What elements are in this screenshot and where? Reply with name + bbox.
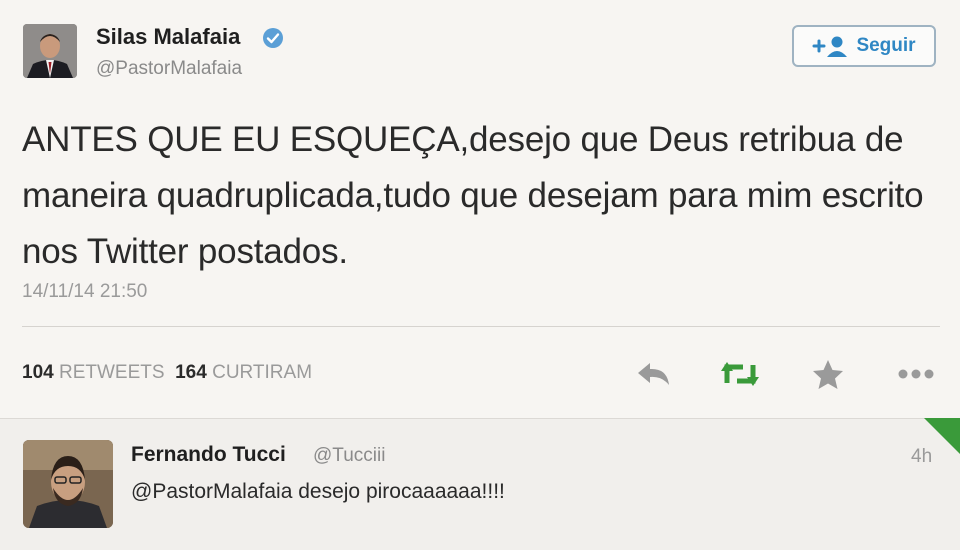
reply-text: @PastorMalafaia desejo pirocaaaaaa!!!! xyxy=(131,480,505,503)
follow-label: Seguir xyxy=(856,35,916,56)
author-name[interactable]: Silas Malafaia xyxy=(96,24,240,50)
favorite-star-icon xyxy=(813,360,843,389)
tweet-text: ANTES QUE EU ESQUEÇA,desejo que Deus ret… xyxy=(22,120,924,271)
divider xyxy=(22,326,940,327)
follow-button[interactable]: Seguir xyxy=(792,25,936,67)
reply-author-name[interactable]: Fernando Tucci xyxy=(131,443,286,467)
retweets-count[interactable]: 104 xyxy=(22,362,54,383)
tweet-timestamp[interactable]: 14/11/14 21:50 xyxy=(22,281,147,303)
likes-count[interactable]: 164 xyxy=(175,362,207,383)
retweets-label[interactable]: RETWEETS xyxy=(59,362,165,383)
author-avatar[interactable] xyxy=(23,24,77,78)
likes-label[interactable]: CURTIRAM xyxy=(212,362,312,383)
retweet-button[interactable] xyxy=(718,356,759,392)
reply-icon xyxy=(638,363,669,385)
tweet-stats: 104 RETWEETS 164 CURTIRAM xyxy=(22,362,312,384)
author-handle[interactable]: @PastorMalafaia xyxy=(96,58,242,80)
reply-author-handle[interactable]: @Tucciii xyxy=(313,445,385,467)
verified-badge-icon xyxy=(262,27,284,49)
follow-user-icon xyxy=(812,36,848,57)
reply-button[interactable] xyxy=(634,356,674,392)
more-icon xyxy=(898,369,934,379)
favorite-button[interactable] xyxy=(808,356,848,392)
reply-author-avatar[interactable] xyxy=(23,440,113,528)
reply-time[interactable]: 4h xyxy=(911,446,932,468)
more-button[interactable] xyxy=(894,356,938,392)
retweet-icon xyxy=(721,362,759,386)
